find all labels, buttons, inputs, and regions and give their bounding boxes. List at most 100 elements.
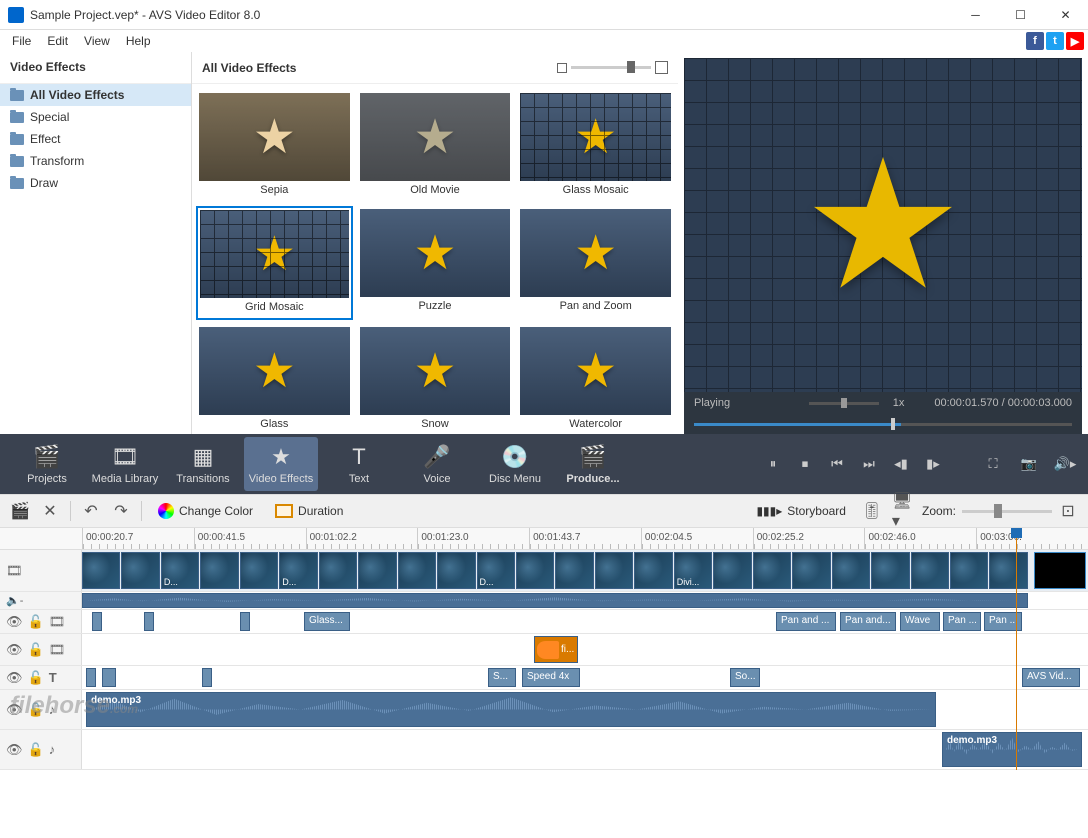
lock-icon[interactable]: 🔓: [28, 614, 44, 630]
time-ruler[interactable]: 00:00:20.700:00:41.500:01:02.200:01:23.0…: [0, 528, 1088, 550]
video-clip[interactable]: [792, 552, 830, 589]
fx-clip[interactable]: Pan ...: [943, 612, 981, 631]
audio-track-1-body[interactable]: demo.mp3: [82, 690, 1088, 729]
fx-clip[interactable]: Glass...: [304, 612, 350, 631]
video-clip[interactable]: [82, 552, 120, 589]
effect-tile-old-movie[interactable]: ★Old Movie: [357, 90, 514, 202]
video-clip[interactable]: [319, 552, 357, 589]
pause-button[interactable]: ⏸: [760, 451, 786, 477]
fx-clip[interactable]: Pan and...: [840, 612, 896, 631]
stop-button[interactable]: ⏹: [792, 451, 818, 477]
duration-button[interactable]: Duration: [269, 501, 349, 521]
storyboard-toggle[interactable]: ▮▮▮▸ Storyboard: [750, 501, 852, 521]
clapper-icon[interactable]: 🎬: [10, 501, 30, 521]
fx-clip[interactable]: Pan and ...: [776, 612, 836, 631]
fx-clip[interactable]: [92, 612, 102, 631]
text-track-body[interactable]: S... Speed 4x So... AVS Vid...: [82, 666, 1088, 689]
toolbar-media-library[interactable]: 🎞Media Library: [88, 437, 162, 491]
menu-edit[interactable]: Edit: [39, 32, 76, 50]
menu-file[interactable]: File: [4, 32, 39, 50]
toolbar-transitions[interactable]: ▦Transitions: [166, 437, 240, 491]
video-clip[interactable]: [516, 552, 554, 589]
zoom-slider[interactable]: [962, 510, 1052, 513]
video-clip[interactable]: [832, 552, 870, 589]
step-back-button[interactable]: ◂▮: [888, 451, 914, 477]
fullscreen-button[interactable]: ⛶: [980, 451, 1006, 477]
text-clip[interactable]: So...: [730, 668, 760, 687]
video-clip[interactable]: [121, 552, 159, 589]
text-clip[interactable]: [86, 668, 96, 687]
effect-tile-puzzle[interactable]: ★Puzzle: [357, 206, 514, 320]
toolbar-projects[interactable]: 🎬Projects: [10, 437, 84, 491]
change-color-button[interactable]: Change Color: [152, 500, 259, 522]
lock-icon[interactable]: 🔓: [28, 702, 44, 718]
menu-view[interactable]: View: [76, 32, 118, 50]
text-clip[interactable]: Speed 4x: [522, 668, 580, 687]
audio-clip[interactable]: demo.mp3: [942, 732, 1082, 767]
lock-icon[interactable]: 🔓: [28, 642, 44, 658]
video-clip[interactable]: [911, 552, 949, 589]
fx-clip[interactable]: [240, 612, 250, 631]
toolbar-produce[interactable]: 🎬Produce...: [556, 437, 630, 491]
video-audio-body[interactable]: [82, 592, 1088, 609]
video-clip[interactable]: [1034, 552, 1086, 589]
video-track-body[interactable]: D... D... D... Divi...: [82, 550, 1088, 591]
text-clip[interactable]: [202, 668, 212, 687]
eye-icon[interactable]: 👁: [6, 742, 23, 758]
fx-clip[interactable]: Wave: [900, 612, 940, 631]
video-clip[interactable]: [398, 552, 436, 589]
menu-help[interactable]: Help: [118, 32, 159, 50]
video-clip[interactable]: [950, 552, 988, 589]
preview-canvas[interactable]: ★: [684, 58, 1082, 392]
speed-slider[interactable]: [809, 402, 879, 405]
effect-tile-grid-mosaic[interactable]: ★Grid Mosaic: [196, 206, 353, 320]
video-clip[interactable]: [595, 552, 633, 589]
video-clip[interactable]: D...: [161, 552, 199, 589]
lock-icon[interactable]: 🔓: [28, 742, 44, 758]
eye-icon[interactable]: 👁: [6, 614, 23, 630]
lock-icon[interactable]: 🔓: [28, 670, 44, 686]
video-clip[interactable]: [437, 552, 475, 589]
effects-track-body[interactable]: Glass...Pan and ...Pan and...WavePan ...…: [82, 610, 1088, 633]
text-clip[interactable]: AVS Vid...: [1022, 668, 1080, 687]
video-clip[interactable]: [200, 552, 238, 589]
effect-tile-watercolor[interactable]: ★Watercolor: [517, 324, 674, 434]
text-clip[interactable]: S...: [488, 668, 516, 687]
youtube-icon[interactable]: ▶: [1066, 32, 1084, 50]
eye-icon[interactable]: 👁: [6, 642, 23, 658]
snapshot-button[interactable]: 📷: [1016, 451, 1042, 477]
volume-button[interactable]: 🔊▸: [1052, 451, 1078, 477]
step-fwd-button[interactable]: ▮▸: [920, 451, 946, 477]
toolbar-disc-menu[interactable]: 💿Disc Menu: [478, 437, 552, 491]
fx-clip[interactable]: [144, 612, 154, 631]
toolbar-voice[interactable]: 🎤Voice: [400, 437, 474, 491]
overlay-track-body[interactable]: fi...: [82, 634, 1088, 665]
audio-clip[interactable]: demo.mp3: [86, 692, 936, 727]
prev-button[interactable]: ⏮: [824, 451, 850, 477]
undo-button[interactable]: ↶: [81, 501, 101, 521]
eye-icon[interactable]: 👁: [6, 670, 23, 686]
toolbar-video-effects[interactable]: ★Video Effects: [244, 437, 318, 491]
embedded-audio[interactable]: [82, 593, 1028, 608]
audio-mix-button[interactable]: 🎚: [862, 501, 882, 521]
video-clip[interactable]: D...: [477, 552, 515, 589]
video-clip[interactable]: D...: [279, 552, 317, 589]
sidebar-item-special[interactable]: Special: [0, 106, 191, 128]
video-clip[interactable]: [240, 552, 278, 589]
eye-icon[interactable]: 👁: [6, 702, 23, 718]
video-clip[interactable]: [358, 552, 396, 589]
sidebar-item-effect[interactable]: Effect: [0, 128, 191, 150]
delete-button[interactable]: ✕: [40, 501, 60, 521]
audio-track-2-body[interactable]: demo.mp3: [82, 730, 1088, 769]
video-clip[interactable]: [753, 552, 791, 589]
sidebar-item-draw[interactable]: Draw: [0, 172, 191, 194]
video-clip[interactable]: [871, 552, 909, 589]
effect-tile-snow[interactable]: ★Snow: [357, 324, 514, 434]
video-clip[interactable]: [713, 552, 751, 589]
overlay-clip[interactable]: fi...: [534, 636, 578, 663]
effect-tile-sepia[interactable]: ★Sepia: [196, 90, 353, 202]
fx-clip[interactable]: Pan ...: [984, 612, 1022, 631]
video-clip[interactable]: Divi...: [674, 552, 712, 589]
toolbar-text[interactable]: TText: [322, 437, 396, 491]
gallery-zoom[interactable]: [557, 61, 668, 74]
